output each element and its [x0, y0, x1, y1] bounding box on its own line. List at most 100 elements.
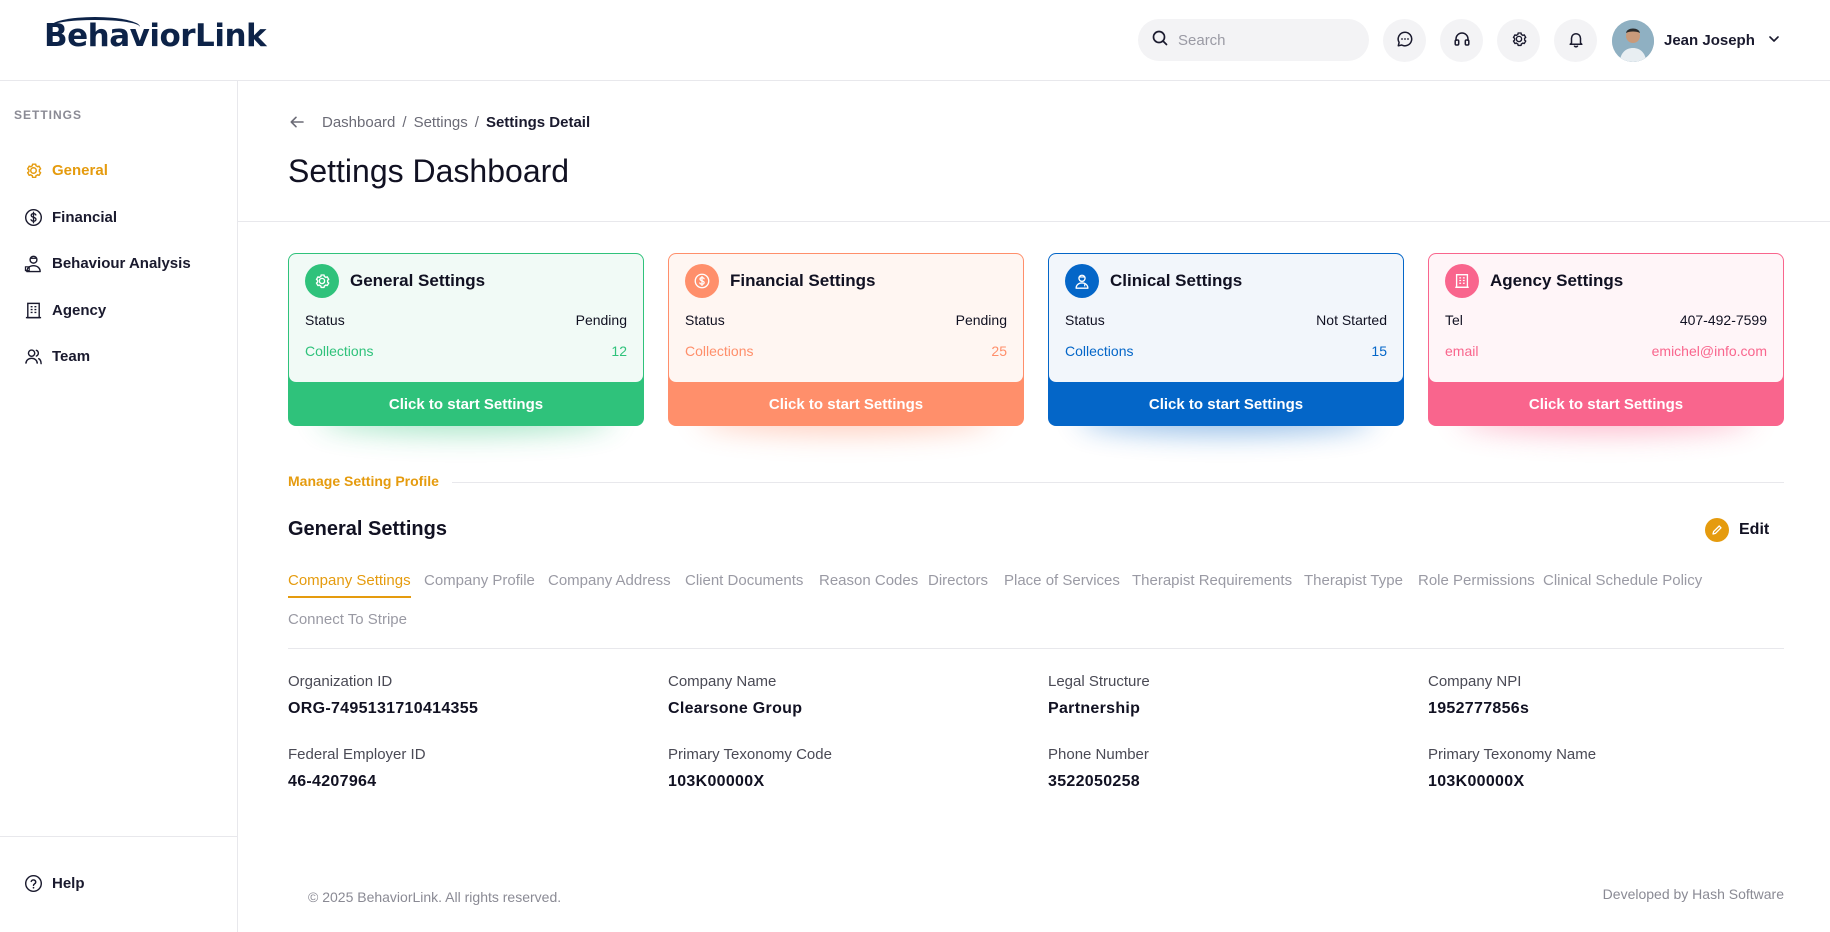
- pencil-icon: [1705, 518, 1729, 542]
- sidebar-item-general[interactable]: General: [22, 156, 108, 184]
- sidebar-section-title: SETTINGS: [14, 108, 83, 122]
- tab-reason-codes[interactable]: Reason Codes: [819, 572, 918, 596]
- dollar-circle-icon: [685, 264, 719, 298]
- section-label: Manage Setting Profile: [288, 473, 439, 489]
- sidebar-item-behaviour-analysis[interactable]: Behaviour Analysis: [22, 249, 191, 277]
- card-financial-settings: Click to start Settings Financial Settin…: [668, 253, 1024, 433]
- field-value: ORG-7495131710414355: [288, 700, 479, 717]
- footer-credit: Developed by Hash Software: [1602, 886, 1784, 902]
- field-organization-id: Organization ID ORG-7495131710414355: [288, 673, 478, 718]
- section-title: General Settings: [288, 518, 447, 540]
- section-divider: [452, 482, 1784, 483]
- sidebar-item-label: Agency: [52, 301, 107, 319]
- field-federal-employer-id: Federal Employer ID 46-4207964: [288, 746, 426, 791]
- breadcrumb-current: Settings Detail: [485, 113, 591, 131]
- settings-button[interactable]: [1497, 19, 1540, 62]
- sidebar-item-agency[interactable]: Agency: [22, 296, 106, 324]
- field-value: 1952777856s: [1428, 700, 1530, 717]
- title-divider: [238, 221, 1830, 222]
- page-title: Settings Dashboard: [288, 153, 570, 189]
- tabs-divider: [288, 648, 1784, 649]
- tab-role-permissions[interactable]: Role Permissions: [1418, 572, 1535, 596]
- field-value: 3522050258: [1048, 773, 1140, 790]
- card-title: Agency Settings: [1490, 271, 1624, 290]
- tab-therapist-type[interactable]: Therapist Type: [1304, 572, 1403, 596]
- tab-company-address[interactable]: Company Address: [548, 572, 671, 596]
- search-icon: [1152, 30, 1168, 50]
- field-company-npi: Company NPI 1952777856s: [1428, 673, 1529, 718]
- gear-icon: [1510, 30, 1528, 52]
- headphones-icon: [1453, 30, 1471, 52]
- edit-label: Edit: [1739, 521, 1770, 538]
- notifications-button[interactable]: [1554, 19, 1597, 62]
- card-title: Financial Settings: [730, 271, 876, 290]
- field-value: 46-4207964: [288, 773, 377, 790]
- search-box[interactable]: [1138, 19, 1369, 61]
- gear-icon: [305, 264, 339, 298]
- top-bar: BehaviorLink Jean Joseph: [0, 0, 1830, 81]
- card-row-label: Collections: [1065, 343, 1134, 359]
- tab-connect-to-stripe[interactable]: Connect To Stripe: [288, 611, 407, 635]
- card-email-value[interactable]: emichel@info.com: [1652, 343, 1767, 359]
- card-title: General Settings: [350, 271, 486, 290]
- breadcrumb-separator: /: [474, 113, 479, 131]
- card-general-settings: Click to start Settings General Settings…: [288, 253, 644, 433]
- tab-client-documents[interactable]: Client Documents: [685, 572, 803, 596]
- sidebar-item-team[interactable]: Team: [22, 342, 90, 370]
- field-value: Partnership: [1048, 700, 1141, 717]
- support-button[interactable]: [1440, 19, 1483, 62]
- field-phone-number: Phone Number 3522050258: [1048, 746, 1149, 791]
- field-primary-taxonomy-code: Primary Texonomy Code 103K00000X: [668, 746, 832, 791]
- field-label: Legal Structure: [1048, 673, 1150, 690]
- field-label: Federal Employer ID: [288, 746, 426, 763]
- card-row-label: Status: [305, 312, 345, 328]
- field-value: Clearsone Group: [668, 700, 803, 717]
- sidebar-item-label: Team: [52, 347, 91, 365]
- arrow-left-icon[interactable]: [288, 113, 306, 131]
- dollar-circle-icon: [22, 206, 44, 228]
- card-clinical-settings: Click to start Settings Clinical Setting…: [1048, 253, 1404, 433]
- card-status-value: Pending: [575, 312, 627, 328]
- breadcrumb-settings[interactable]: Settings: [414, 114, 468, 131]
- card-row-label: email: [1445, 343, 1479, 359]
- avatar[interactable]: [1612, 19, 1654, 62]
- card-status-value: Pending: [955, 312, 1007, 328]
- card-row-label: Collections: [685, 343, 754, 359]
- user-menu[interactable]: Jean Joseph: [1612, 19, 1781, 62]
- card-collections-value: 12: [611, 343, 627, 359]
- tab-clinical-schedule-policy[interactable]: Clinical Schedule Policy: [1543, 572, 1702, 596]
- user-name: Jean Joseph: [1664, 32, 1755, 49]
- field-label: Organization ID: [288, 673, 393, 690]
- chat-icon: [1396, 30, 1414, 52]
- breadcrumb: Dashboard / Settings / Settings Detail: [288, 113, 590, 131]
- gear-icon: [22, 159, 44, 181]
- tab-therapist-requirements[interactable]: Therapist Requirements: [1132, 572, 1292, 596]
- tab-place-of-services[interactable]: Place of Services: [1004, 572, 1120, 596]
- tab-company-profile[interactable]: Company Profile: [424, 572, 535, 596]
- card-row-label: Collections: [305, 343, 374, 359]
- sidebar-item-financial[interactable]: Financial: [22, 203, 117, 231]
- sidebar-item-help[interactable]: Help: [22, 869, 85, 897]
- field-label: Primary Texonomy Name: [1428, 746, 1597, 763]
- bell-icon: [1567, 30, 1585, 52]
- card-title: Clinical Settings: [1110, 271, 1243, 290]
- card-row-label: Status: [685, 312, 725, 328]
- sidebar: SETTINGS General Financial Behaviour Ana…: [0, 81, 238, 932]
- card-tel-value: 407-492-7599: [1679, 312, 1767, 328]
- tab-company-settings[interactable]: Company Settings: [288, 572, 411, 598]
- logo[interactable]: BehaviorLink: [44, 18, 267, 54]
- sidebar-item-label: General: [52, 161, 108, 179]
- field-value: 103K00000X: [1428, 773, 1525, 790]
- card-row-label: Status: [1065, 312, 1105, 328]
- sidebar-item-label: Help: [52, 874, 85, 892]
- footer-copyright: © 2025 BehaviorLink. All rights reserved…: [308, 889, 562, 905]
- team-icon: [22, 345, 44, 367]
- tab-directors[interactable]: Directors: [928, 572, 988, 596]
- field-label: Company Name: [668, 673, 777, 690]
- breadcrumb-dashboard[interactable]: Dashboard: [322, 114, 395, 131]
- search-input[interactable]: [1178, 31, 1358, 49]
- messages-button[interactable]: [1383, 19, 1426, 62]
- edit-button[interactable]: Edit: [1705, 518, 1769, 542]
- chevron-down-icon[interactable]: [1767, 32, 1781, 50]
- help-icon: [22, 872, 44, 894]
